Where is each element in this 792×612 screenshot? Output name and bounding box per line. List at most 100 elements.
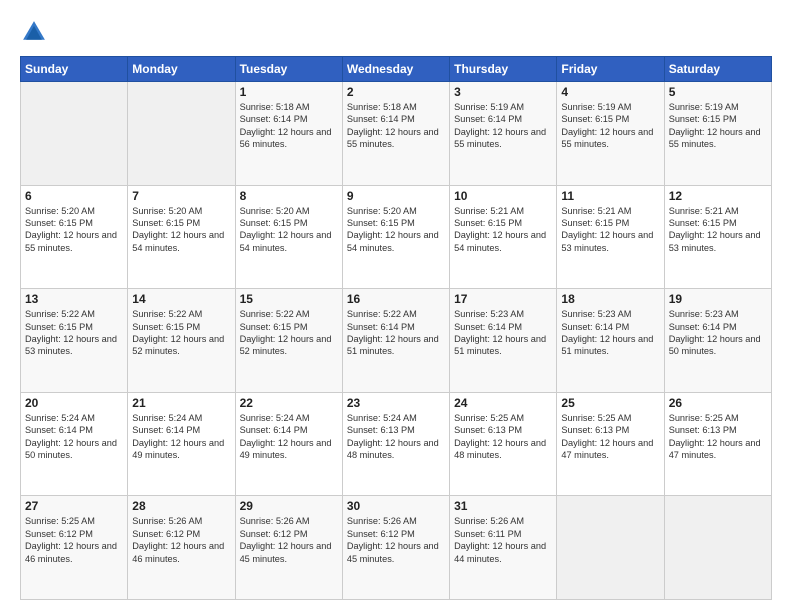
sunset-text: Sunset: 6:14 PM — [25, 425, 93, 435]
sunset-text: Sunset: 6:15 PM — [240, 322, 308, 332]
calendar-cell: 20Sunrise: 5:24 AMSunset: 6:14 PMDayligh… — [21, 392, 128, 496]
cell-content: Sunrise: 5:26 AMSunset: 6:12 PMDaylight:… — [347, 515, 445, 565]
day-number: 12 — [669, 189, 767, 203]
day-number: 23 — [347, 396, 445, 410]
header — [20, 18, 772, 46]
day-number: 5 — [669, 85, 767, 99]
sunset-text: Sunset: 6:13 PM — [347, 425, 415, 435]
day-of-week-thursday: Thursday — [450, 57, 557, 82]
daylight-text: Daylight: 12 hours and 51 minutes. — [454, 334, 546, 356]
day-number: 24 — [454, 396, 552, 410]
day-number: 14 — [132, 292, 230, 306]
sunrise-text: Sunrise: 5:20 AM — [25, 206, 95, 216]
cell-content: Sunrise: 5:22 AMSunset: 6:15 PMDaylight:… — [25, 308, 123, 358]
day-number: 16 — [347, 292, 445, 306]
sunrise-text: Sunrise: 5:23 AM — [669, 309, 739, 319]
calendar-week-4: 20Sunrise: 5:24 AMSunset: 6:14 PMDayligh… — [21, 392, 772, 496]
day-number: 19 — [669, 292, 767, 306]
daylight-text: Daylight: 12 hours and 45 minutes. — [240, 541, 332, 563]
sunset-text: Sunset: 6:14 PM — [561, 322, 629, 332]
cell-content: Sunrise: 5:24 AMSunset: 6:14 PMDaylight:… — [25, 412, 123, 462]
day-number: 28 — [132, 499, 230, 513]
daylight-text: Daylight: 12 hours and 47 minutes. — [561, 438, 653, 460]
cell-content: Sunrise: 5:23 AMSunset: 6:14 PMDaylight:… — [454, 308, 552, 358]
sunset-text: Sunset: 6:14 PM — [132, 425, 200, 435]
calendar-cell — [664, 496, 771, 600]
sunrise-text: Sunrise: 5:20 AM — [132, 206, 202, 216]
cell-content: Sunrise: 5:19 AM Sunset: 6:15 PM Daylight:… — [669, 101, 767, 151]
sunset-text: Sunset: 6:12 PM — [25, 529, 93, 539]
day-of-week-saturday: Saturday — [664, 57, 771, 82]
sunset-text: Sunset: 6:15 PM — [669, 218, 737, 228]
cell-content: Sunrise: 5:23 AM Sunset: 6:14 PM Daylight:… — [669, 308, 767, 358]
day-number: 26 — [669, 396, 767, 410]
cell-content: Sunrise: 5:24 AMSunset: 6:14 PMDaylight:… — [240, 412, 338, 462]
sunrise-text: Sunrise: 5:23 AM — [561, 309, 631, 319]
daylight-text: Daylight: 12 hours and 55 minutes. — [454, 127, 546, 149]
sunset-text: Sunset: 6:15 PM — [25, 218, 93, 228]
sunrise-text: Sunrise: 5:24 AM — [240, 413, 310, 423]
calendar-cell: 22Sunrise: 5:24 AMSunset: 6:14 PMDayligh… — [235, 392, 342, 496]
cell-content: Sunrise: 5:21 AMSunset: 6:15 PMDaylight:… — [454, 205, 552, 255]
cell-content: Sunrise: 5:26 AMSunset: 6:12 PMDaylight:… — [132, 515, 230, 565]
cell-content: Sunrise: 5:20 AMSunset: 6:15 PMDaylight:… — [347, 205, 445, 255]
calendar-cell: 16Sunrise: 5:22 AMSunset: 6:14 PMDayligh… — [342, 289, 449, 393]
sunrise-text: Sunrise: 5:18 AM — [347, 102, 417, 112]
day-number: 21 — [132, 396, 230, 410]
sunset-text: Sunset: 6:14 PM — [347, 114, 415, 124]
sunrise-text: Sunrise: 5:23 AM — [454, 309, 524, 319]
sunset-text: Sunset: 6:12 PM — [240, 529, 308, 539]
daylight-text: Daylight: 12 hours and 52 minutes. — [132, 334, 224, 356]
cell-content: Sunrise: 5:19 AMSunset: 6:15 PMDaylight:… — [561, 101, 659, 151]
day-number: 6 — [25, 189, 123, 203]
calendar-cell: 9Sunrise: 5:20 AMSunset: 6:15 PMDaylight… — [342, 185, 449, 289]
calendar-cell: 11Sunrise: 5:21 AMSunset: 6:15 PMDayligh… — [557, 185, 664, 289]
daylight-text: Daylight: 12 hours and 56 minutes. — [240, 127, 332, 149]
day-number: 27 — [25, 499, 123, 513]
daylight-text: Daylight: 12 hours and 52 minutes. — [240, 334, 332, 356]
day-number: 1 — [240, 85, 338, 99]
daylight-text: Daylight: 12 hours and 48 minutes. — [454, 438, 546, 460]
day-number: 8 — [240, 189, 338, 203]
day-number: 30 — [347, 499, 445, 513]
day-number: 3 — [454, 85, 552, 99]
calendar-cell: 23Sunrise: 5:24 AMSunset: 6:13 PMDayligh… — [342, 392, 449, 496]
sunrise-text: Sunrise: 5:18 AM — [240, 102, 310, 112]
sunset-text: Sunset: 6:13 PM — [454, 425, 522, 435]
calendar-cell: 4Sunrise: 5:19 AMSunset: 6:15 PMDaylight… — [557, 82, 664, 186]
sunrise-text: Sunrise: 5:21 AM — [454, 206, 524, 216]
daylight-text: Daylight: 12 hours and 55 minutes. — [669, 127, 761, 149]
calendar-cell: 28 Sunrise: 5:26 AMSunset: 6:12 PMDayligh… — [128, 496, 235, 600]
calendar-cell: 10Sunrise: 5:21 AMSunset: 6:15 PMDayligh… — [450, 185, 557, 289]
daylight-text: Daylight: 12 hours and 50 minutes. — [669, 334, 761, 356]
daylight-text: Daylight: 12 hours and 55 minutes. — [25, 230, 117, 252]
day-of-week-tuesday: Tuesday — [235, 57, 342, 82]
sunset-text: Sunset: 6:14 PM — [669, 322, 737, 332]
sunset-text: Sunset: 6:14 PM — [347, 322, 415, 332]
daylight-text: Daylight: 12 hours and 49 minutes. — [240, 438, 332, 460]
sunrise-text: Sunrise: 5:24 AM — [132, 413, 202, 423]
cell-content: Sunrise: 5:21 AMSunset: 6:15 PMDaylight:… — [669, 205, 767, 255]
daylight-text: Daylight: 12 hours and 51 minutes. — [347, 334, 439, 356]
day-number: 2 — [347, 85, 445, 99]
sunrise-text: Sunrise: 5:19 AM — [669, 102, 739, 112]
sunset-text: Sunset: 6:15 PM — [669, 114, 737, 124]
sunrise-text: Sunrise: 5:24 AM — [25, 413, 95, 423]
cell-content: Sunrise: 5:20 AM Sunset: 6:15 PM Daylight:… — [25, 205, 123, 255]
sunrise-text: Sunrise: 5:19 AM — [454, 102, 524, 112]
daylight-text: Daylight: 12 hours and 55 minutes. — [561, 127, 653, 149]
sunrise-text: Sunrise: 5:20 AM — [240, 206, 310, 216]
day-of-week-monday: Monday — [128, 57, 235, 82]
calendar-cell: 7Sunrise: 5:20 AMSunset: 6:15 PMDaylight… — [128, 185, 235, 289]
calendar-cell: 2Sunrise: 5:18 AMSunset: 6:14 PMDaylight… — [342, 82, 449, 186]
daylight-text: Daylight: 12 hours and 48 minutes. — [347, 438, 439, 460]
calendar-cell — [21, 82, 128, 186]
calendar-week-3: 13Sunrise: 5:22 AMSunset: 6:15 PMDayligh… — [21, 289, 772, 393]
calendar-cell: 13Sunrise: 5:22 AMSunset: 6:15 PMDayligh… — [21, 289, 128, 393]
sunrise-text: Sunrise: 5:25 AM — [454, 413, 524, 423]
logo-icon — [20, 18, 48, 46]
day-number: 18 — [561, 292, 659, 306]
sunrise-text: Sunrise: 5:22 AM — [132, 309, 202, 319]
day-number: 25 — [561, 396, 659, 410]
sunset-text: Sunset: 6:13 PM — [561, 425, 629, 435]
